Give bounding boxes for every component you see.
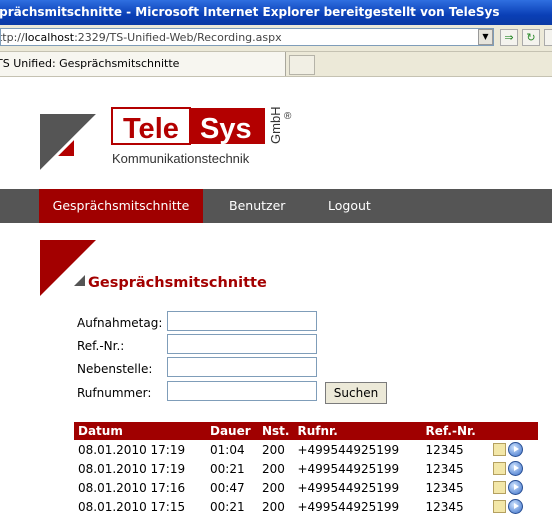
col-rufnr[interactable]: Rufnr. [293,422,422,440]
cell-nst: 200 [262,442,285,457]
results-table: Datum Dauer Nst. Rufnr. Ref.-Nr. 08.01.2… [74,422,538,514]
cell-datum: 08.01.2010 17:16 [78,480,186,495]
logo-sys-text: Sys [200,113,252,145]
search-button[interactable]: Suchen [325,382,387,404]
title-arrow-icon [74,275,85,286]
cell-datum: 08.01.2010 17:19 [78,442,186,457]
logo-tele-text: Tele [123,113,179,145]
table-row[interactable]: 08.01.2010 17:16 00:47 200 +499544925199… [74,478,538,497]
col-nst[interactable]: Nst. [258,422,294,440]
address-path: :2329/TS-Unified-Web/Recording.aspx [74,31,282,44]
window-title: Gesprächsmitschnitte - Microsoft Interne… [0,5,500,19]
col-dauer[interactable]: Dauer [206,422,258,440]
cell-actions [489,497,538,514]
cell-rufnr: +499544925199 [297,480,400,495]
rufnummer-input[interactable] [167,381,317,401]
cell-rufnr: +499544925199 [297,442,400,457]
play-icon[interactable] [508,460,524,476]
table-row[interactable]: 08.01.2010 17:15 00:21 200 +499544925199… [74,497,538,514]
stop-icon[interactable] [544,29,552,46]
address-input[interactable]: http://localhost:2329/TS-Unified-Web/Rec… [0,28,494,46]
play-icon[interactable] [508,441,524,457]
cell-rufnr: +499544925199 [297,461,400,476]
play-icon[interactable] [508,498,524,514]
nav-item-benutzer[interactable]: Benutzer [229,189,285,223]
cell-nst: 200 [262,461,285,476]
cell-refnr: 12345 [425,480,464,495]
go-icon[interactable]: ⇒ [500,29,518,46]
nebenstelle-input[interactable] [167,357,317,377]
new-tab-button[interactable] [289,55,315,75]
refresh-icon[interactable]: ↻ [522,29,540,46]
cell-actions [489,459,538,478]
play-icon[interactable] [508,479,524,495]
page-content: Tele Sys GmbH ® Kommunikationstechnik Ge… [0,77,552,514]
refnr-label: Ref.-Nr.: [77,339,125,353]
cell-refnr: 12345 [425,499,464,514]
tab-label: TS Unified: Gesprächsmitschnitte [0,57,180,70]
cell-actions [489,440,538,459]
refnr-input[interactable] [167,334,317,354]
col-datum[interactable]: Datum [74,422,206,440]
aufnahmetag-input[interactable] [167,311,317,331]
cell-actions [489,478,538,497]
window-titlebar: Gesprächsmitschnitte - Microsoft Interne… [0,0,552,25]
address-dropdown-button[interactable]: ▼ [478,29,493,45]
nav-item-gespraechsmitschnitte[interactable]: Gesprächsmitschnitte [39,189,203,223]
cell-dauer: 00:21 [210,499,245,514]
note-icon[interactable] [493,499,507,513]
cell-dauer: 00:21 [210,461,245,476]
cell-refnr: 12345 [425,461,464,476]
nav-item-logout[interactable]: Logout [328,189,371,223]
page-title-text: Gesprächsmitschnitte [88,275,267,291]
telesys-logo: Tele Sys GmbH ® Kommunikationstechnik [40,107,292,174]
logo-tagline: Kommunikationstechnik [112,151,250,166]
table-row[interactable]: 08.01.2010 17:19 00:21 200 +499544925199… [74,459,538,478]
address-prefix: http:// [1,31,25,44]
page-title: Gesprächsmitschnitte [74,275,267,291]
cell-nst: 200 [262,480,285,495]
table-row[interactable]: 08.01.2010 17:19 01:04 200 +499544925199… [74,440,538,459]
nebenstelle-label: Nebenstelle: [77,362,153,376]
rufnummer-label: Rufnummer: [77,386,152,400]
note-icon[interactable] [493,480,507,494]
address-bar: http://localhost:2329/TS-Unified-Web/Rec… [0,25,552,52]
tab-current[interactable]: TS Unified: Gesprächsmitschnitte [0,52,286,76]
address-host: localhost [24,31,75,44]
tab-bar: TS Unified: Gesprächsmitschnitte [0,52,552,77]
col-actions [489,422,538,440]
cell-rufnr: +499544925199 [297,499,400,514]
logo-reg-mark: ® [284,111,292,122]
note-icon[interactable] [493,442,507,456]
cell-datum: 08.01.2010 17:19 [78,461,186,476]
logo-gmbh-text: GmbH [268,107,283,144]
main-nav: Gesprächsmitschnitte Benutzer Logout [0,189,552,223]
table-header-row: Datum Dauer Nst. Rufnr. Ref.-Nr. [74,422,538,440]
cell-refnr: 12345 [425,442,464,457]
aufnahmetag-label: Aufnahmetag: [77,316,163,330]
cell-datum: 08.01.2010 17:15 [78,499,186,514]
cell-dauer: 01:04 [210,442,245,457]
col-refnr[interactable]: Ref.-Nr. [421,422,490,440]
note-icon[interactable] [493,461,507,475]
cell-dauer: 00:47 [210,480,245,495]
cell-nst: 200 [262,499,285,514]
